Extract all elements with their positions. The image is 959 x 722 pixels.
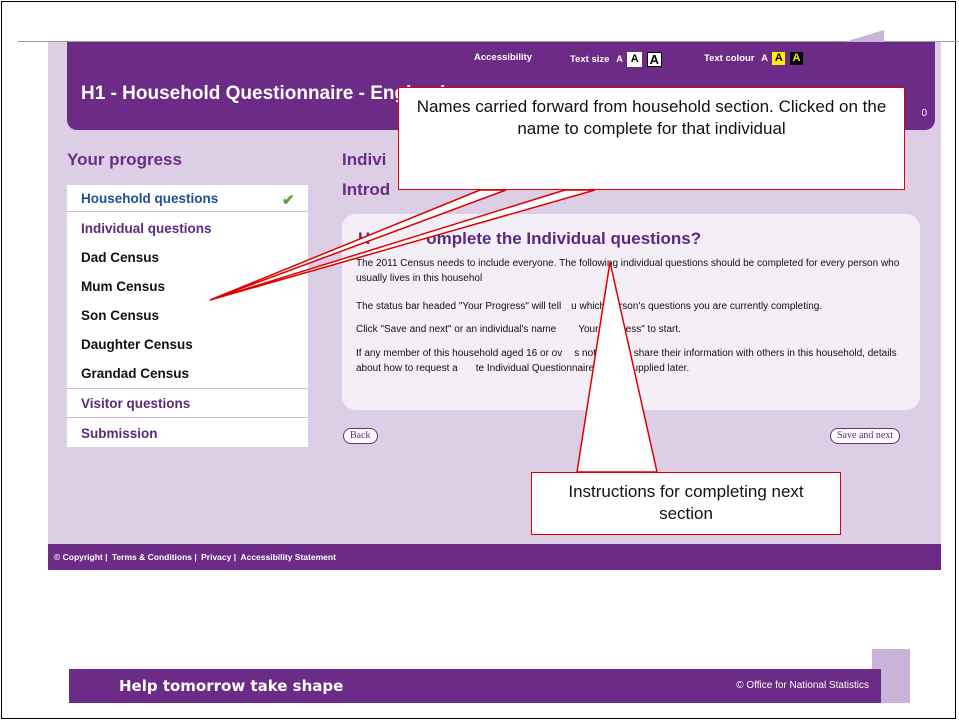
names-callout: Names carried forward from household sec… — [398, 87, 905, 190]
names-callout-arrow-1 — [209, 189, 507, 301]
instructions-callout-arrow — [576, 261, 658, 473]
instructions-callout: Instructions for completing next section — [531, 472, 841, 535]
names-callout-arrow-2 — [209, 189, 596, 301]
